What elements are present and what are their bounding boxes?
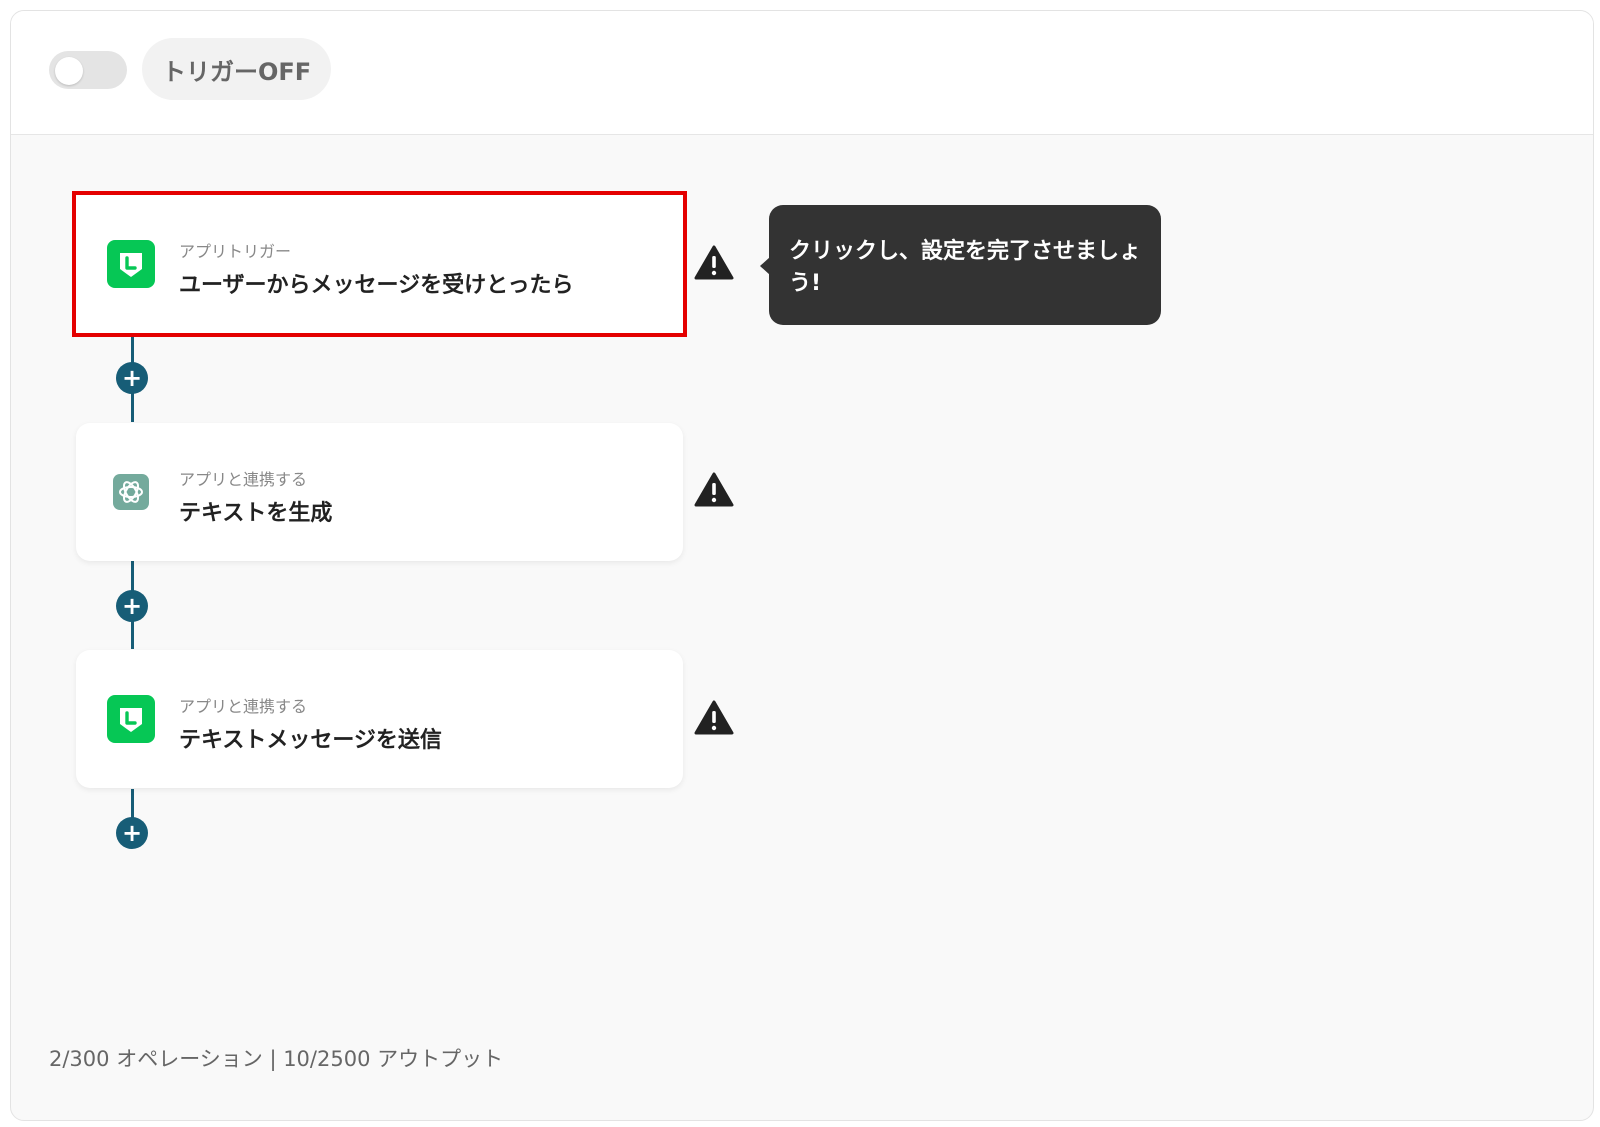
warning-icon[interactable] xyxy=(694,700,734,736)
flow-step-card[interactable]: アプリと連携する テキストメッセージを送信 xyxy=(76,650,683,788)
tooltip-pointer xyxy=(760,257,770,275)
tooltip-text: クリックし、設定を完了させましょう! xyxy=(789,239,1142,296)
flow-step-card[interactable]: アプリトリガー ユーザーからメッセージを受けとったら xyxy=(76,195,683,333)
chatgpt-icon xyxy=(113,474,149,510)
add-step-button[interactable]: + xyxy=(116,817,148,849)
flow-builder-panel: トリガーOFF + + + アプリトリガー ユーザーからメッセージを受けとったら… xyxy=(10,10,1594,1121)
step-title: ユーザーからメッセージを受けとったら xyxy=(179,273,574,298)
warning-icon[interactable] xyxy=(694,245,734,281)
header-bar: トリガーOFF xyxy=(11,11,1593,135)
warning-icon[interactable] xyxy=(694,472,734,508)
step-type-label: アプリトリガー xyxy=(179,242,292,261)
trigger-toggle[interactable] xyxy=(49,51,127,89)
usage-counter: 2/300 オペレーション | 10/2500 アウトプット xyxy=(49,1047,504,1071)
line-icon xyxy=(107,695,155,743)
step-title: テキストを生成 xyxy=(179,501,333,526)
step-title: テキストメッセージを送信 xyxy=(179,728,442,753)
line-icon xyxy=(107,240,155,288)
trigger-status-label: トリガーOFF xyxy=(142,38,332,100)
step-type-label: アプリと連携する xyxy=(179,697,308,716)
add-step-button[interactable]: + xyxy=(116,362,148,394)
add-step-button[interactable]: + xyxy=(116,590,148,622)
flow-step-card[interactable]: アプリと連携する テキストを生成 xyxy=(76,423,683,561)
step-type-label: アプリと連携する xyxy=(179,470,308,489)
setup-hint-tooltip: クリックし、設定を完了させましょう! xyxy=(760,205,1161,325)
toggle-knob xyxy=(55,57,83,85)
